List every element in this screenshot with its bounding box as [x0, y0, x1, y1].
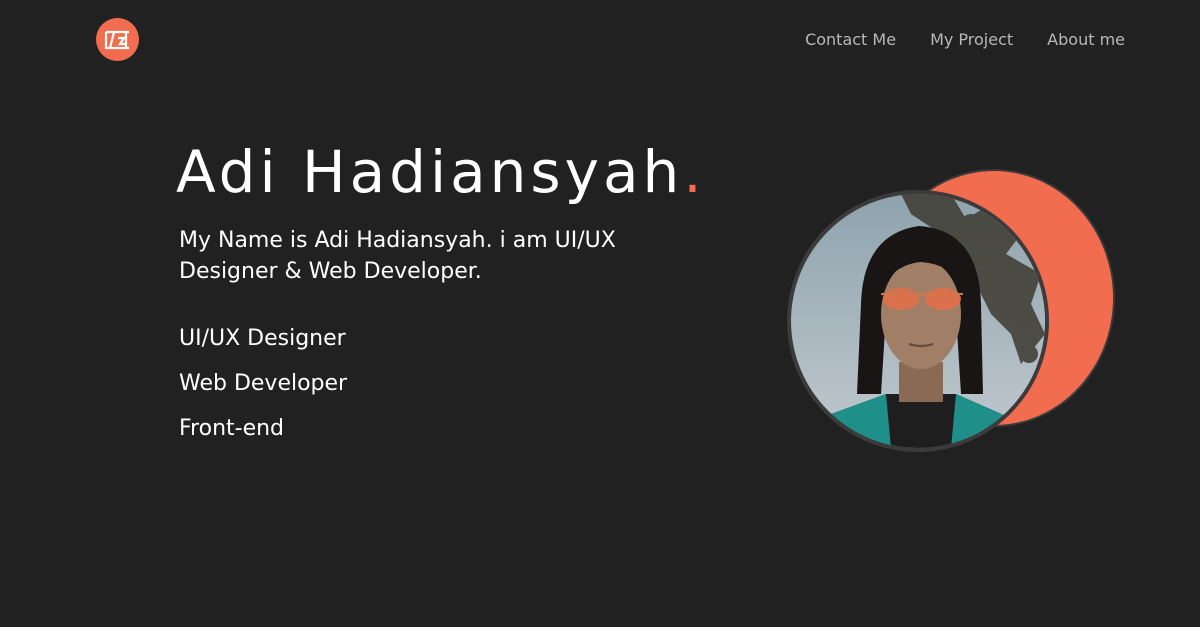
hero-name-text: Adi Hadiansyah — [176, 138, 684, 206]
nav-my-project[interactable]: My Project — [930, 28, 1013, 52]
nav-contact-me[interactable]: Contact Me — [805, 28, 896, 52]
top-nav: Contact Me My Project About me — [805, 28, 1125, 52]
hero-name: Adi Hadiansyah. — [176, 132, 706, 212]
role-item: UI/UX Designer — [179, 326, 346, 351]
nav-about-me[interactable]: About me — [1047, 28, 1125, 52]
logo[interactable] — [96, 18, 139, 61]
page: Contact Me My Project About me Adi Hadia… — [0, 0, 1200, 627]
roles-list: UI/UX Designer Web Developer Front-end — [179, 316, 347, 451]
role-item: Front-end — [179, 416, 285, 441]
hero-name-dot: . — [683, 138, 706, 206]
portrait-illustration — [791, 194, 1045, 448]
role-item: Web Developer — [179, 371, 348, 396]
logo-mark — [104, 30, 129, 50]
profile-photo — [791, 194, 1045, 448]
hero-intro: My Name is Adi Hadiansyah. i am UI/UX De… — [179, 228, 616, 284]
